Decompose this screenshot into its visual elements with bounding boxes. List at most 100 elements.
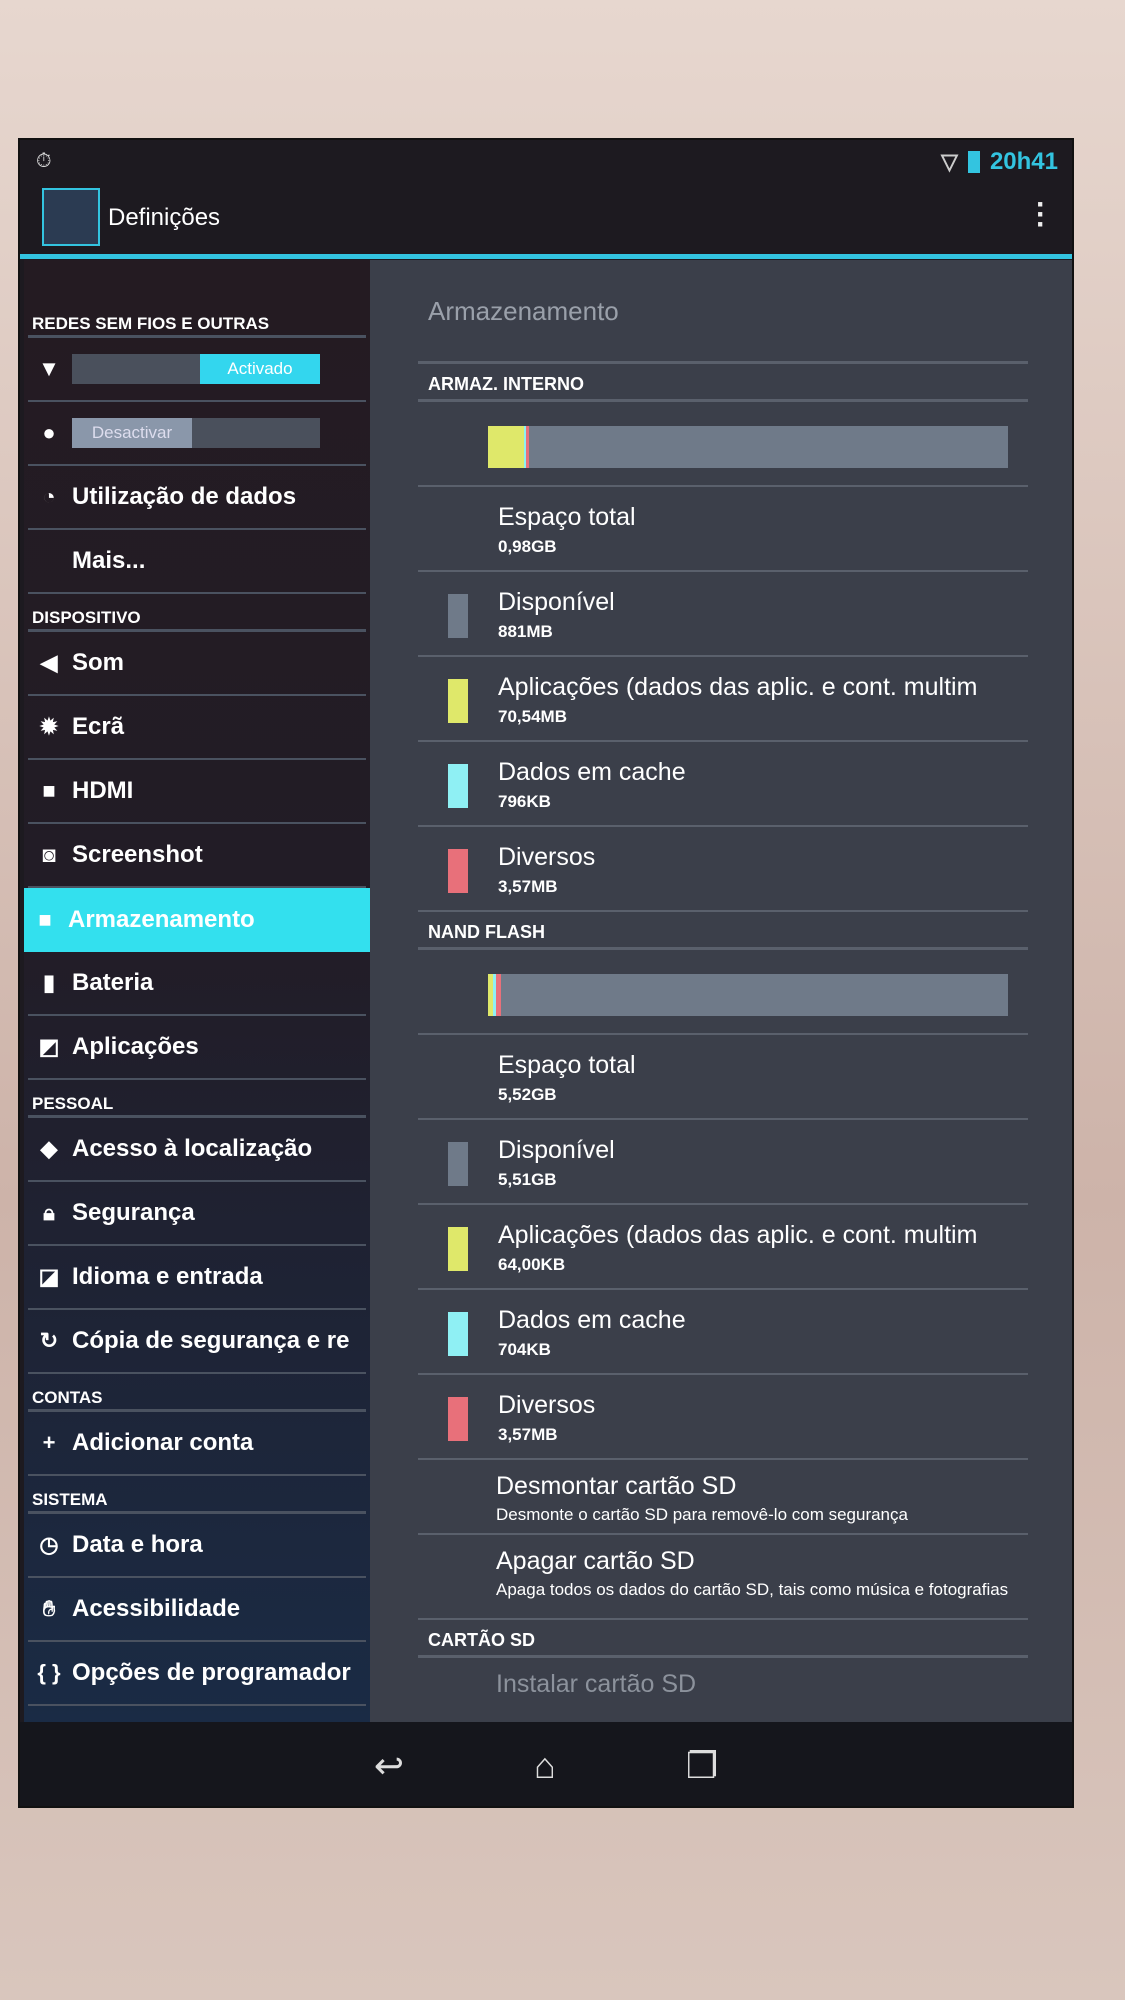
sidebar-section-header: SISTEMA (28, 1476, 366, 1514)
storage-row-apps[interactable]: Aplicações (dados das aplic. e cont. mul… (418, 657, 1028, 742)
storage-usage-bar-row (418, 402, 1028, 487)
storage-row-value: 5,52GB (498, 1085, 557, 1104)
storage-icon: ■ (38, 907, 52, 932)
sidebar-item-label: Bateria (72, 969, 154, 996)
usage-segment-apps (488, 426, 525, 468)
sidebar-item-seguranc-a[interactable]: 🔒︎ Segurança (28, 1182, 366, 1246)
sidebar-item-label: Idioma e entrada (72, 1263, 263, 1290)
sidebar-item-utilizac-a-o-de-dados[interactable]: ◔ Utilização de dados (28, 466, 366, 530)
sidebar-item-acessibilidade[interactable]: ✋︎ Acessibilidade (28, 1578, 366, 1642)
sidebar-section-header: CONTAS (28, 1374, 366, 1412)
sidebar-section-header: PESSOAL (28, 1080, 366, 1118)
sidebar-item-label: Mais... (72, 547, 146, 574)
cache-color-swatch (448, 1312, 468, 1356)
cache-color-swatch (448, 764, 468, 808)
app-title: Definições (108, 204, 221, 231)
storage-row-available[interactable]: Disponível 881MB (418, 572, 1028, 657)
sidebar-item-hdmi[interactable]: ■ HDMI (28, 760, 366, 824)
sidebar-item-acesso-a-localizac-a-o[interactable]: ◆ Acesso à localização (28, 1118, 366, 1182)
sidebar-item-bateria[interactable]: ▮ Bateria (28, 952, 366, 1016)
sidebar-item-co-pia-de-seguranc-a-e-re[interactable]: ↻ Cópia de segurança e re (28, 1310, 366, 1374)
apps-color-swatch (448, 1227, 468, 1271)
storage-row-total[interactable]: Espaço total 0,98GB (418, 487, 1028, 572)
action-bar-divider (20, 254, 1072, 259)
section-header: ARMAZ. INTERNO (418, 364, 1028, 402)
camera-icon: ◙ (42, 842, 56, 867)
storage-row-apps[interactable]: Aplicações (dados das aplic. e cont. mul… (418, 1205, 1028, 1290)
sidebar-item-acerca-do-tablet[interactable]: ⓘAcerca do tablet (28, 1706, 366, 1722)
sidebar-item-label: Segurança (72, 1199, 195, 1226)
storage-row-cache[interactable]: Dados em cache 796KB (418, 742, 1028, 827)
recent-apps-icon[interactable]: ❐ (686, 1745, 718, 1787)
bluetooth-setting[interactable]: ● Desactivar (28, 402, 366, 466)
sound-icon: ◀ (40, 650, 58, 675)
storage-pane: Armazenamento ARMAZ. INTERNO Espaço total… (370, 260, 1072, 1722)
sidebar-item-label: Ecrã (72, 713, 125, 740)
sidebar-item-mais[interactable]: Mais... (28, 530, 366, 594)
storage-row-value: 704KB (498, 1340, 551, 1359)
install-sd-card-button[interactable]: Instalar cartão SD (418, 1658, 1028, 1722)
sidebar-item-screenshot[interactable]: ◙ Screenshot (28, 824, 366, 888)
sidebar-item-adicionar-conta[interactable]: + Adicionar conta (28, 1412, 366, 1476)
toggle-state-label: Activado (200, 354, 320, 384)
bluetooth-toggle[interactable]: Desactivar (72, 418, 320, 448)
alarm-icon: ⏱ (36, 150, 52, 172)
unmount-sd-card-button[interactable]: Desmontar cartão SD Desmonte o cartão SD … (418, 1460, 1028, 1535)
sidebar-item-label: Screenshot (72, 841, 203, 868)
settings-sidebar: REDES SEM FIOS E OUTRAS ▼ Activado ● Desacti… (24, 260, 370, 1722)
wifi-toggle[interactable]: Activado (72, 354, 320, 384)
storage-row-label: Espaço total (498, 1051, 636, 1079)
action-description: Desmonte o cartão SD para removê-lo com … (496, 1505, 908, 1524)
sidebar-item-idioma-e-entrada[interactable]: ◪ Idioma e entrada (28, 1246, 366, 1310)
sidebar-item-label: Acesso à localização (72, 1135, 313, 1162)
storage-usage-bar-row (418, 950, 1028, 1035)
storage-row-label: Dados em cache (498, 1306, 686, 1334)
sidebar-item-opc-o-es-de-programador[interactable]: { } Opções de programador (28, 1642, 366, 1706)
wifi-icon: ▽ (941, 149, 958, 174)
action-label: Apagar cartão SD (496, 1547, 695, 1575)
storage-row-value: 3,57MB (498, 877, 558, 896)
misc-color-swatch (448, 1397, 468, 1441)
storage-row-value: 0,98GB (498, 537, 557, 556)
overflow-menu-icon[interactable]: · · · (1036, 190, 1046, 240)
sidebar-item-label: Opções de programador (72, 1659, 351, 1686)
storage-row-misc[interactable]: Diversos 3,57MB (418, 1375, 1028, 1460)
install-sd-card-label: Instalar cartão SD (496, 1670, 697, 1698)
sidebar-item-label: Cópia de segurança e re (72, 1327, 350, 1354)
sidebar-item-data-e-hora[interactable]: ◷ Data e hora (28, 1514, 366, 1578)
storage-row-available[interactable]: Disponível 5,51GB (418, 1120, 1028, 1205)
erase-sd-card-button[interactable]: Apagar cartão SD Apaga todos os dados do … (418, 1535, 1028, 1620)
plus-icon: + (42, 1430, 56, 1455)
storage-row-label: Aplicações (dados das aplic. e cont. mul… (498, 1221, 978, 1249)
action-label: Desmontar cartão SD (496, 1472, 737, 1500)
storage-usage-bar (488, 426, 1008, 468)
language-icon: ◪ (38, 1264, 60, 1289)
storage-row-cache[interactable]: Dados em cache 704KB (418, 1290, 1028, 1375)
bluetooth-icon: ● (42, 420, 56, 445)
storage-row-value: 881MB (498, 622, 553, 641)
sidebar-item-aplicac-o-es[interactable]: ◩ Aplicações (28, 1016, 366, 1080)
developer-icon: { } (37, 1660, 61, 1685)
sidebar-item-armazenamento[interactable]: ■ Armazenamento (24, 888, 370, 952)
storage-row-total[interactable]: Espaço total 5,52GB (418, 1035, 1028, 1120)
sidebar-item-som[interactable]: ◀ Som (28, 632, 366, 696)
sidebar-item-label: Adicionar conta (72, 1429, 254, 1456)
settings-icon[interactable] (42, 188, 100, 246)
storage-row-value: 5,51GB (498, 1170, 557, 1189)
section-header: NAND FLASH (418, 912, 1028, 950)
action-description: Apaga todos os dados do cartão SD, tais … (496, 1580, 1009, 1599)
sidebar-item-label: Utilização de dados (72, 483, 297, 510)
sidebar-section-header: REDES SEM FIOS E OUTRAS (28, 300, 366, 338)
storage-row-value: 3,57MB (498, 1425, 558, 1444)
home-icon[interactable]: ⌂ (534, 1745, 556, 1787)
wifi-setting[interactable]: ▼ Activado (28, 338, 366, 402)
toggle-state-label: Desactivar (72, 418, 192, 448)
page-title: Armazenamento (418, 260, 1028, 364)
back-icon[interactable]: ↩ (374, 1745, 404, 1787)
misc-color-swatch (448, 849, 468, 893)
backup-icon: ↻ (39, 1328, 59, 1353)
sidebar-item-ecra[interactable]: ✹ Ecrã (28, 696, 366, 760)
display-icon: ✹ (39, 714, 59, 739)
apps-color-swatch (448, 679, 468, 723)
storage-row-misc[interactable]: Diversos 3,57MB (418, 827, 1028, 912)
